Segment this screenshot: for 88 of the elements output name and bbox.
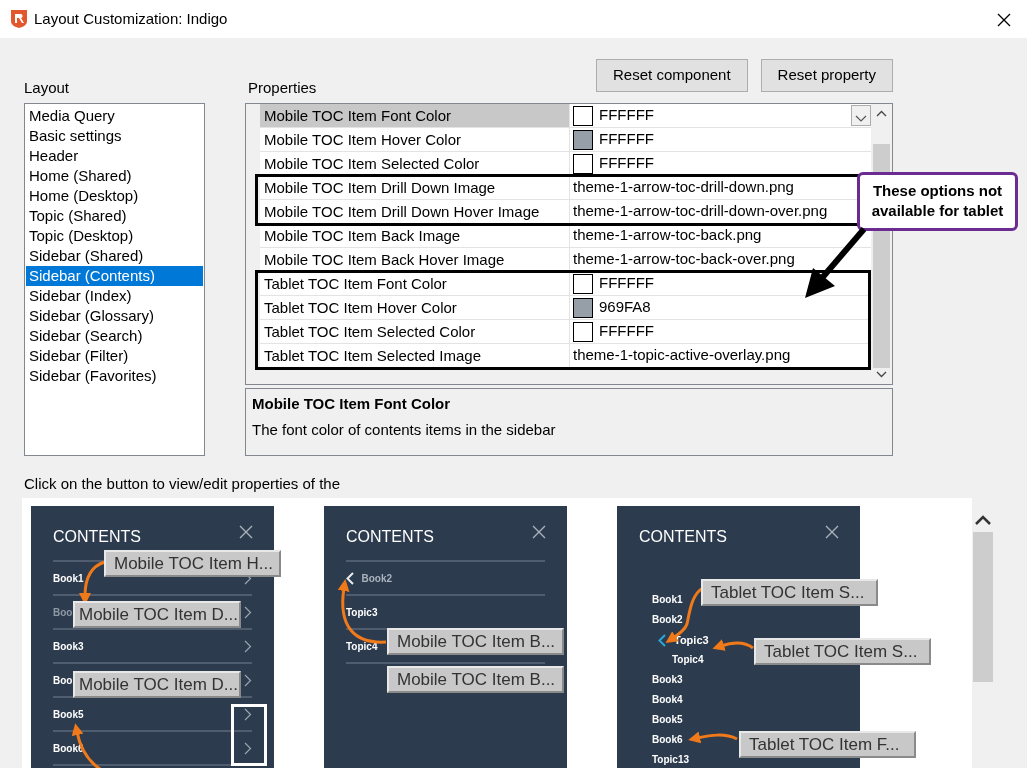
scroll-up-icon[interactable] <box>975 515 991 525</box>
toc-item[interactable]: Book1 <box>652 590 683 610</box>
list-item[interactable]: Sidebar (Glossary) <box>26 306 203 326</box>
list-item[interactable]: Topic (Desktop) <box>26 226 203 246</box>
property-name[interactable]: Tablet TOC Item Font Color <box>260 272 570 295</box>
property-name[interactable]: Tablet TOC Item Selected Image <box>260 344 570 367</box>
toc-item[interactable]: Topic4 <box>346 638 378 654</box>
property-name[interactable]: Mobile TOC Item Selected Color <box>260 152 570 175</box>
toc-item[interactable]: Topic4 <box>672 650 704 670</box>
list-item[interactable]: Sidebar (Contents) <box>26 266 203 286</box>
toc-item[interactable]: Topic3 <box>674 630 709 650</box>
toc-item[interactable]: Topic13 <box>652 750 690 768</box>
panel-title: CONTENTS <box>53 527 141 547</box>
list-item[interactable]: Sidebar (Search) <box>26 326 203 346</box>
property-button[interactable]: Tablet TOC Item S... <box>701 579 878 606</box>
toc-item[interactable]: Book2 <box>652 610 683 630</box>
description-title: Mobile TOC Item Font Color <box>252 394 452 414</box>
list-item[interactable]: Home (Shared) <box>26 166 203 186</box>
annotation-tooltip: These options not available for tablet <box>857 172 1018 231</box>
toc-item[interactable]: Book3 <box>652 670 683 690</box>
chevron-icon <box>244 639 252 653</box>
chevron-icon <box>244 707 252 721</box>
list-item[interactable]: Sidebar (Favorites) <box>26 366 203 386</box>
property-value[interactable]: theme-1-arrow-toc-back-over.png <box>573 248 795 271</box>
panel-title: CONTENTS <box>639 527 727 547</box>
close-icon <box>997 12 1011 27</box>
property-name[interactable]: Mobile TOC Item Back Hover Image <box>260 248 570 271</box>
property-name[interactable]: Tablet TOC Item Hover Color <box>260 296 570 319</box>
property-value[interactable]: theme-1-arrow-toc-back.png <box>573 224 762 247</box>
property-value[interactable]: FFFFFF <box>599 104 654 127</box>
window-title: Layout Customization: Indigo <box>34 8 228 29</box>
list-item[interactable]: Header <box>26 146 203 166</box>
app-icon <box>10 9 28 29</box>
section-label: Layout <box>24 77 70 98</box>
property-name[interactable]: Mobile TOC Item Drill Down Image <box>260 176 570 199</box>
toc-item[interactable]: Book5 <box>652 710 683 730</box>
property-value[interactable]: 969FA8 <box>599 296 651 319</box>
property-button[interactable]: Tablet TOC Item S... <box>754 638 931 665</box>
toc-item[interactable]: Book3 <box>53 638 84 654</box>
property-button[interactable]: Mobile TOC Item D... <box>73 671 241 698</box>
property-name[interactable]: Tablet TOC Item Selected Color <box>260 320 570 343</box>
property-name[interactable]: Mobile TOC Item Drill Down Hover Image <box>260 200 570 223</box>
toc-item[interactable]: Book6 <box>652 730 683 750</box>
property-button[interactable]: Mobile TOC Item H... <box>104 550 281 577</box>
list-item[interactable]: Sidebar (Filter) <box>26 346 203 366</box>
property-value[interactable]: theme-1-topic-active-overlay.png <box>573 344 791 367</box>
chevron-icon <box>244 673 252 687</box>
list-item[interactable]: Media Query <box>26 106 203 126</box>
toc-item[interactable]: Topic3 <box>346 604 378 620</box>
property-name[interactable]: Mobile TOC Item Back Image <box>260 224 570 247</box>
toc-item[interactable]: Boo <box>53 672 73 688</box>
list-item[interactable]: Home (Desktop) <box>26 186 203 206</box>
list-item[interactable]: Basic settings <box>26 126 203 146</box>
property-button[interactable]: Mobile TOC Item D... <box>73 601 241 628</box>
property-value[interactable]: FFFFFF <box>599 272 654 295</box>
toc-item[interactable]: Boo <box>53 604 73 620</box>
back-icon <box>346 571 354 585</box>
toc-item[interactable]: Book1 <box>53 570 84 586</box>
property-button[interactable]: Mobile TOC Item B... <box>387 628 564 655</box>
close-icon <box>825 525 839 539</box>
scroll-up-icon[interactable] <box>876 110 887 117</box>
property-value[interactable]: theme-1-arrow-toc-drill-down-over.png <box>573 200 828 223</box>
list-item[interactable]: Sidebar (Shared) <box>26 246 203 266</box>
property-button[interactable]: Mobile TOC Item B... <box>387 666 564 693</box>
caption-text: Click on the button to view/edit properties of the <box>24 474 341 492</box>
scroll-down-icon[interactable] <box>876 371 887 378</box>
section-label: Properties <box>248 77 317 98</box>
toc-item[interactable]: Book4 <box>652 690 683 710</box>
property-value[interactable]: FFFFFF <box>599 320 654 343</box>
description-text: The font color of contents items in the sidebar <box>252 420 557 441</box>
reset-button[interactable]: Reset property <box>760 59 893 92</box>
toc-item[interactable]: Book2 <box>361 570 393 586</box>
reset-button[interactable]: Reset component <box>596 59 748 92</box>
toc-item[interactable]: Book5 <box>53 706 84 722</box>
property-name[interactable]: Mobile TOC Item Hover Color <box>260 128 570 151</box>
property-button[interactable]: Tablet TOC Item F... <box>739 731 916 758</box>
list-item[interactable]: Sidebar (Index) <box>26 286 203 306</box>
list-item[interactable]: Topic (Shared) <box>26 206 203 226</box>
dropdown-button[interactable] <box>851 105 871 126</box>
close-icon <box>239 525 253 539</box>
property-value[interactable]: FFFFFF <box>599 128 654 151</box>
property-value[interactable]: theme-1-arrow-toc-drill-down.png <box>573 176 794 199</box>
property-value[interactable]: FFFFFF <box>599 152 654 175</box>
close-icon <box>532 525 546 539</box>
chevron-icon <box>244 741 252 755</box>
chevron-icon <box>244 605 252 619</box>
panel-title: CONTENTS <box>346 527 434 547</box>
property-name[interactable]: Mobile TOC Item Font Color <box>260 104 570 127</box>
